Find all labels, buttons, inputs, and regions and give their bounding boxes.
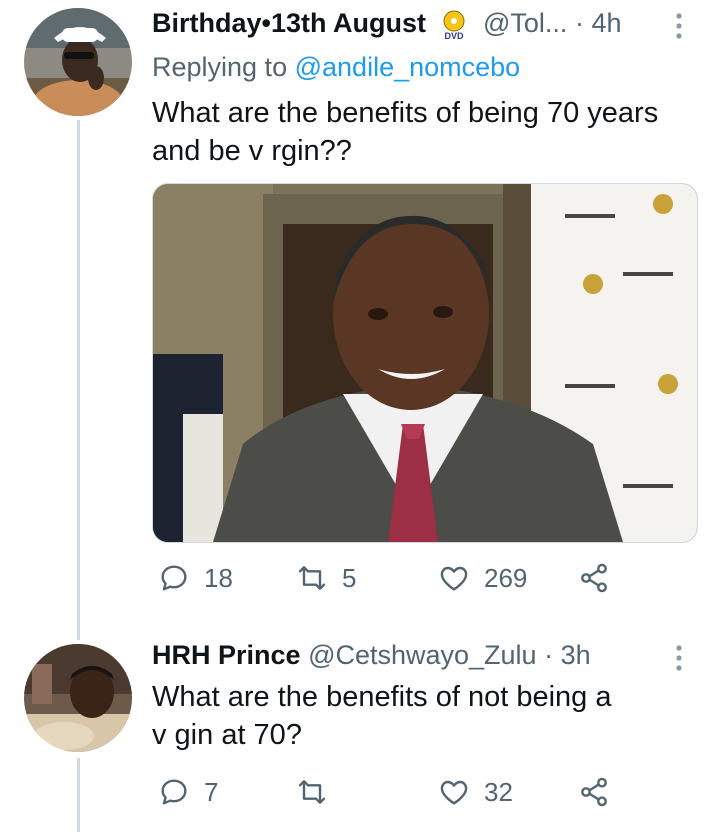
like-count: 32 xyxy=(484,776,513,807)
reply-icon xyxy=(161,565,187,591)
tweet-header: Birthday•13th August DVD @Tol... · 4h xyxy=(152,8,621,40)
like-count: 269 xyxy=(484,562,528,593)
more-options-icon[interactable] xyxy=(674,644,684,674)
avatar[interactable] xyxy=(24,8,132,116)
display-name[interactable]: Birthday•13th August xyxy=(152,8,426,38)
retweet-count: 5 xyxy=(342,562,357,593)
tweet-image[interactable] xyxy=(152,183,698,543)
tweet-actions: 18 5 269 xyxy=(152,562,712,602)
heart-icon xyxy=(440,780,468,805)
retweet-icon xyxy=(298,566,326,590)
heart-icon xyxy=(440,566,468,591)
like-button[interactable]: 32 xyxy=(438,776,513,808)
reply-button[interactable]: 18 xyxy=(158,562,233,594)
timestamp[interactable]: · 3h xyxy=(544,640,591,670)
avatar[interactable] xyxy=(24,644,132,752)
retweet-button[interactable] xyxy=(296,776,342,808)
reply-icon xyxy=(161,779,187,805)
dvd-badge-icon: DVD xyxy=(443,10,465,40)
tweet-text-line: and be v rgin?? xyxy=(152,135,352,167)
tweet-actions: 7 32 xyxy=(152,776,712,816)
tweet-text: What are the benefits of not being a v g… xyxy=(152,678,692,754)
retweet-button[interactable]: 5 xyxy=(296,562,356,594)
handle[interactable]: @Tol... xyxy=(483,8,567,38)
like-button[interactable]: 269 xyxy=(438,562,527,594)
mention-link[interactable]: @andile_nomcebo xyxy=(295,52,521,82)
share-icon xyxy=(581,777,607,807)
retweet-icon xyxy=(298,780,326,804)
more-options-icon[interactable] xyxy=(674,12,684,42)
thread-line-bottom xyxy=(77,758,80,832)
share-icon xyxy=(581,563,607,593)
tweet-text-line: v gin at 70? xyxy=(152,719,302,751)
thread-line xyxy=(77,120,80,640)
tweet-text: What are the benefits of being 70 years … xyxy=(152,94,692,170)
tweet-text-line: What are the benefits of being 70 years xyxy=(152,97,659,129)
replying-to: Replying to @andile_nomcebo xyxy=(152,52,520,83)
display-name[interactable]: HRH Prince xyxy=(152,640,301,670)
reply-count: 7 xyxy=(204,776,219,807)
reply-count: 18 xyxy=(204,562,233,593)
handle[interactable]: @Cetshwayo_Zulu xyxy=(308,640,537,670)
tweet-header: HRH Prince @Cetshwayo_Zulu · 3h xyxy=(152,640,591,671)
tweet-text-line: What are the benefits of not being a xyxy=(152,681,612,713)
share-button[interactable] xyxy=(578,562,610,594)
svg-text:DVD: DVD xyxy=(445,31,465,40)
share-button[interactable] xyxy=(578,776,610,808)
reply-button[interactable]: 7 xyxy=(158,776,218,808)
replying-to-label: Replying to xyxy=(152,52,288,82)
timestamp[interactable]: · 4h xyxy=(575,8,622,38)
